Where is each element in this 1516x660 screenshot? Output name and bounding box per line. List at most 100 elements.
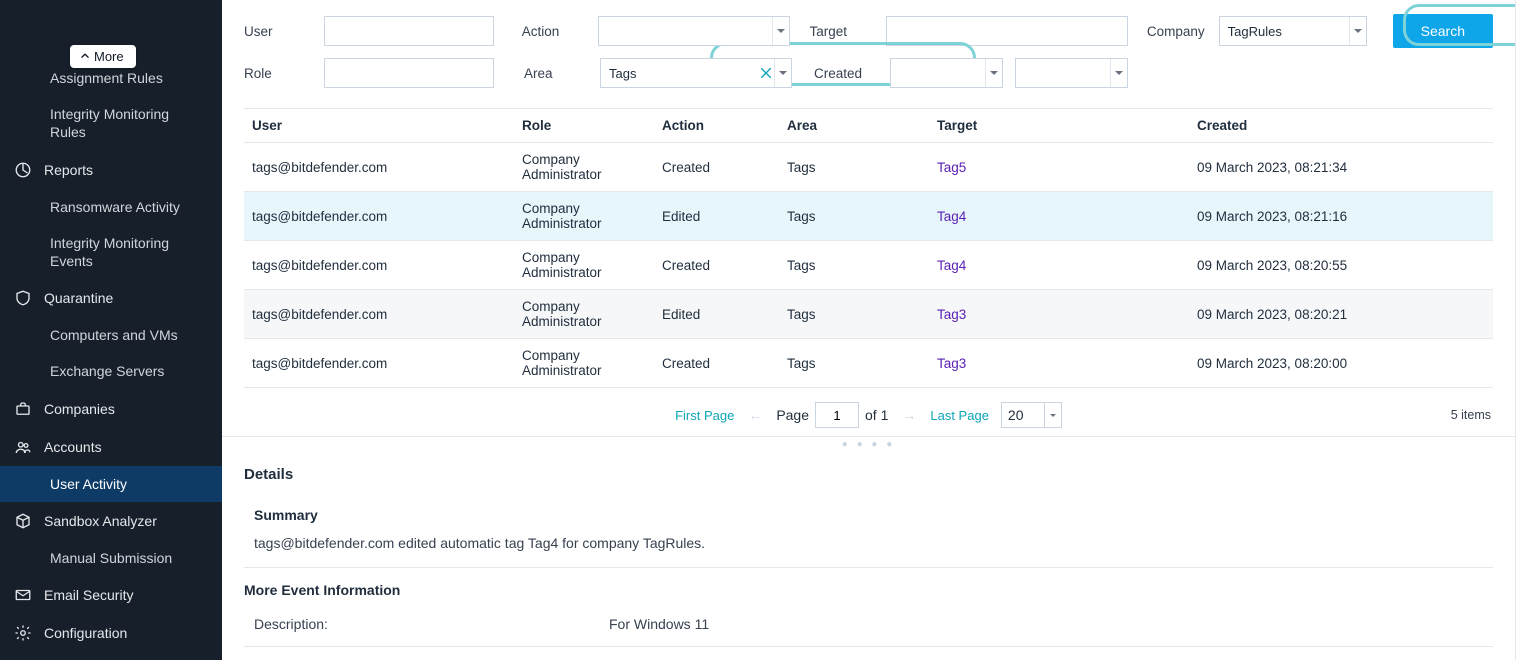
table-row[interactable]: tags@bitdefender.comCompany Administrato…	[244, 339, 1493, 388]
target-link[interactable]: Tag4	[937, 209, 966, 224]
clear-area-icon[interactable]	[758, 65, 774, 81]
company-select-value: TagRules	[1228, 24, 1282, 39]
cell-target: Tag4	[929, 241, 1189, 290]
page-label: Page	[776, 407, 809, 423]
col-action[interactable]: Action	[654, 109, 779, 143]
cell-user: tags@bitdefender.com	[244, 241, 514, 290]
table-row[interactable]: tags@bitdefender.comCompany Administrato…	[244, 241, 1493, 290]
sidebar-item-reports[interactable]: Reports	[0, 151, 222, 189]
company-select[interactable]: TagRules	[1219, 16, 1367, 46]
created-from-select[interactable]	[890, 58, 1003, 88]
sidebar-item-label: Configuration	[44, 625, 127, 641]
last-page-link[interactable]: Last Page	[930, 408, 989, 423]
more-button[interactable]: More	[70, 45, 136, 68]
cell-action: Edited	[654, 290, 779, 339]
sidebar-item-manual-submission[interactable]: Manual Submission	[0, 540, 222, 576]
filter-label-area: Area	[524, 66, 600, 81]
sidebar-item-integrity-monitoring-events[interactable]: Integrity Monitoring Events	[0, 225, 222, 279]
sidebar-item-label: Quarantine	[44, 290, 113, 306]
details-panel: Details Summary tags@bitdefender.com edi…	[222, 452, 1515, 660]
splitter-handle[interactable]: ● ● ● ●	[222, 437, 1515, 452]
description-row: Description: For Windows 11	[244, 608, 1493, 640]
cell-action: Created	[654, 143, 779, 192]
table-row[interactable]: tags@bitdefender.comCompany Administrato…	[244, 192, 1493, 241]
cell-area: Tags	[779, 339, 929, 388]
summary-heading: Summary	[244, 497, 1493, 533]
prev-page-arrow[interactable]: ←	[734, 407, 776, 423]
table-row[interactable]: tags@bitdefender.comCompany Administrato…	[244, 290, 1493, 339]
cell-user: tags@bitdefender.com	[244, 192, 514, 241]
search-button[interactable]: Search	[1393, 14, 1493, 48]
users-icon	[14, 438, 32, 456]
filter-label-action: Action	[522, 24, 598, 39]
shield-icon	[14, 289, 32, 307]
sidebar-item-email-security[interactable]: Email Security	[0, 576, 222, 614]
sidebar-item-ransomware-activity[interactable]: Ransomware Activity	[0, 189, 222, 225]
sidebar-item-quarantine[interactable]: Quarantine	[0, 279, 222, 317]
col-user[interactable]: User	[244, 109, 514, 143]
details-heading: Details	[244, 458, 1493, 497]
chevron-down-icon	[985, 59, 1002, 87]
col-created[interactable]: Created	[1189, 109, 1493, 143]
filter-label-user: User	[244, 24, 324, 39]
sidebar-item-companies[interactable]: Companies	[0, 390, 222, 428]
page-size-select[interactable]	[1045, 402, 1062, 428]
user-input[interactable]	[324, 16, 494, 46]
created-to-select[interactable]	[1015, 58, 1128, 88]
sidebar: More Assignment RulesIntegrity Monitorin…	[0, 0, 222, 660]
sidebar-item-label: Sandbox Analyzer	[44, 513, 157, 529]
reports-icon	[14, 161, 32, 179]
sidebar-item-label: Reports	[44, 162, 93, 178]
col-area[interactable]: Area	[779, 109, 929, 143]
target-link[interactable]: Tag5	[937, 160, 966, 175]
pagination: First Page ← Page of 1 → Last Page 20 5 …	[222, 388, 1515, 437]
activity-table: User Role Action Area Target Created tag…	[244, 108, 1493, 388]
sidebar-item-configuration[interactable]: Configuration	[0, 614, 222, 652]
main-panel: User Action Target Company TagRules	[222, 0, 1516, 660]
chevron-down-icon	[774, 59, 791, 87]
filter-row-1: User Action Target Company TagRules	[244, 14, 1493, 48]
target-link[interactable]: Tag3	[937, 356, 966, 371]
cell-area: Tags	[779, 290, 929, 339]
cell-action: Created	[654, 241, 779, 290]
chevron-up-icon	[80, 49, 90, 64]
sidebar-item-accounts[interactable]: Accounts	[0, 428, 222, 466]
more-label: More	[94, 49, 124, 64]
filter-row-2: Role Area Tags Created	[244, 58, 1493, 88]
cell-role: Company Administrator	[514, 339, 654, 388]
cell-area: Tags	[779, 192, 929, 241]
table-header-row: User Role Action Area Target Created	[244, 109, 1493, 143]
cell-user: tags@bitdefender.com	[244, 290, 514, 339]
cell-action: Edited	[654, 192, 779, 241]
rules-heading: Rules	[244, 653, 1493, 660]
cell-target: Tag3	[929, 290, 1189, 339]
role-input[interactable]	[324, 58, 494, 88]
items-count: 5 items	[1451, 408, 1491, 422]
target-link[interactable]: Tag4	[937, 258, 966, 273]
cell-user: tags@bitdefender.com	[244, 339, 514, 388]
page-of-label: of 1	[865, 407, 888, 423]
sidebar-item-user-activity[interactable]: User Activity	[0, 466, 222, 502]
sidebar-item-computers-and-vms[interactable]: Computers and VMs	[0, 317, 222, 353]
area-select[interactable]: Tags	[600, 58, 792, 88]
description-label: Description:	[254, 616, 609, 632]
sidebar-item-exchange-servers[interactable]: Exchange Servers	[0, 353, 222, 389]
sidebar-item-update[interactable]: Update	[0, 652, 222, 660]
action-select[interactable]	[598, 16, 790, 46]
table-row[interactable]: tags@bitdefender.comCompany Administrato…	[244, 143, 1493, 192]
cell-created: 09 March 2023, 08:21:16	[1189, 192, 1493, 241]
target-link[interactable]: Tag3	[937, 307, 966, 322]
sidebar-item-sandbox-analyzer[interactable]: Sandbox Analyzer	[0, 502, 222, 540]
sidebar-item-integrity-monitoring-rules[interactable]: Integrity Monitoring Rules	[0, 96, 222, 150]
page-input[interactable]	[815, 402, 859, 428]
col-role[interactable]: Role	[514, 109, 654, 143]
target-input[interactable]	[886, 16, 1128, 46]
cell-role: Company Administrator	[514, 192, 654, 241]
envelope-icon	[14, 586, 32, 604]
cube-icon	[14, 512, 32, 530]
page-size-value[interactable]: 20	[1001, 402, 1045, 428]
cell-created: 09 March 2023, 08:20:00	[1189, 339, 1493, 388]
first-page-link[interactable]: First Page	[675, 408, 734, 423]
col-target[interactable]: Target	[929, 109, 1189, 143]
next-page-arrow[interactable]: →	[888, 407, 930, 423]
